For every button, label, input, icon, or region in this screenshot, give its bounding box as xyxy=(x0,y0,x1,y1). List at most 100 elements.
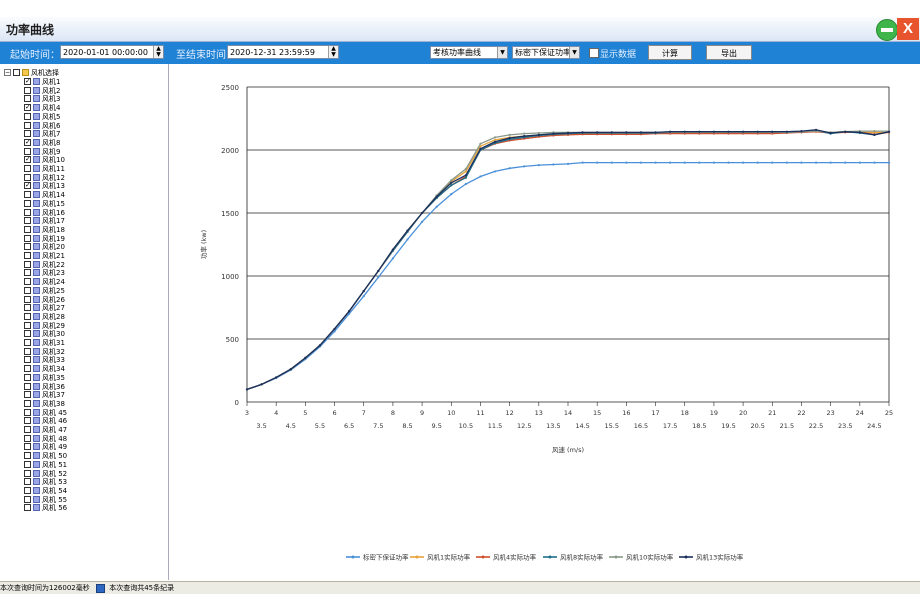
tree-item[interactable]: 风机4 xyxy=(24,104,60,113)
calculate-button[interactable]: 计算 xyxy=(648,45,692,60)
chevron-down-icon[interactable]: ▼ xyxy=(497,47,507,58)
tree-item-checkbox[interactable] xyxy=(24,486,31,494)
tree-item-checkbox[interactable] xyxy=(24,208,31,216)
tree-item-checkbox[interactable] xyxy=(24,182,31,190)
tree-item[interactable]: 风机37 xyxy=(24,391,65,400)
tree-item-checkbox[interactable] xyxy=(24,443,31,451)
tree-item[interactable]: 风机11 xyxy=(24,165,65,174)
tree-item-checkbox[interactable] xyxy=(24,165,31,172)
tree-item-checkbox[interactable] xyxy=(24,426,31,433)
tree-item-checkbox[interactable] xyxy=(24,321,31,329)
tree-item-checkbox[interactable] xyxy=(24,173,31,181)
tree-item[interactable]: 风机24 xyxy=(24,278,65,287)
tree-item-checkbox[interactable] xyxy=(24,304,31,312)
tree-item-checkbox[interactable] xyxy=(24,382,31,390)
tree-item-checkbox[interactable] xyxy=(24,121,31,129)
collapse-icon[interactable]: − xyxy=(4,69,11,76)
tree-item-checkbox[interactable] xyxy=(24,78,31,85)
curve-type-select[interactable]: 考核功率曲线 ▼ xyxy=(430,46,508,59)
tree-item[interactable]: 风机 51 xyxy=(24,460,67,470)
tree-item-checkbox[interactable] xyxy=(24,138,31,146)
tree-item-checkbox[interactable] xyxy=(24,339,31,346)
tree-item-checkbox[interactable] xyxy=(24,478,31,486)
tree-item[interactable]: 风机34 xyxy=(24,365,65,374)
turbine-icon xyxy=(33,278,40,286)
spinner-icon[interactable]: ▲ ▼ xyxy=(328,46,338,58)
data-point xyxy=(450,193,453,196)
tree-item-checkbox[interactable] xyxy=(24,95,31,103)
tree-item[interactable]: 风机17 xyxy=(24,217,65,226)
tree-item-checkbox[interactable] xyxy=(24,86,31,94)
minimize-icon[interactable] xyxy=(876,19,898,41)
tree-item[interactable]: 风机 47 xyxy=(24,426,67,435)
tree-item-checkbox[interactable] xyxy=(24,347,31,355)
tree-item-checkbox[interactable] xyxy=(24,469,31,477)
tree-item[interactable]: 风机27 xyxy=(24,304,65,313)
tree-item[interactable]: 风机15 xyxy=(24,199,65,209)
x-tick-label-minor: 11.5 xyxy=(488,422,502,430)
tree-item-checkbox[interactable] xyxy=(24,234,31,242)
tree-item-checkbox[interactable] xyxy=(24,295,31,303)
tree-item-checkbox[interactable] xyxy=(24,391,31,399)
export-button[interactable]: 导出 xyxy=(706,45,752,60)
tree-item-checkbox[interactable] xyxy=(24,417,31,425)
close-button[interactable]: X xyxy=(897,18,919,40)
tree-item-checkbox[interactable] xyxy=(24,252,31,259)
tree-item-checkbox[interactable] xyxy=(24,399,31,407)
chevron-down-icon[interactable]: ▼ xyxy=(569,47,579,58)
tree-item[interactable]: 风机8 xyxy=(24,138,60,148)
tree-item[interactable]: 风机31 xyxy=(24,339,65,348)
tree-root[interactable]: − 风机选择 xyxy=(4,69,59,78)
tree-item-checkbox[interactable] xyxy=(24,191,31,199)
tree-item-checkbox[interactable] xyxy=(24,130,31,138)
tree-item-checkbox[interactable] xyxy=(24,330,31,338)
tree-item-checkbox[interactable] xyxy=(24,104,31,112)
tree-item-checkbox[interactable] xyxy=(24,225,31,233)
tree-item[interactable]: 风机25 xyxy=(24,286,65,296)
turbine-icon xyxy=(33,104,40,112)
tree-item[interactable]: 风机28 xyxy=(24,312,65,322)
end-time-input[interactable]: 2020-12-31 23:59:59 ▲ ▼ xyxy=(227,45,339,59)
tree-item-checkbox[interactable] xyxy=(24,312,31,320)
tree-root-checkbox[interactable] xyxy=(13,69,20,76)
tree-item-checkbox[interactable] xyxy=(24,199,31,207)
tree-item[interactable]: 风机 46 xyxy=(24,417,67,426)
tree-item-checkbox[interactable] xyxy=(24,408,31,416)
tree-item[interactable]: 风机5 xyxy=(24,112,60,122)
tree-item[interactable]: 风机18 xyxy=(24,225,65,235)
tree-item[interactable]: 风机 53 xyxy=(24,478,67,487)
tree-item-checkbox[interactable] xyxy=(24,434,31,442)
tree-item[interactable]: 风机35 xyxy=(24,373,65,383)
tree-item[interactable]: 风机14 xyxy=(24,191,65,200)
show-data-checkbox[interactable] xyxy=(589,48,599,58)
tree-item-checkbox[interactable] xyxy=(24,243,31,251)
tree-item-checkbox[interactable] xyxy=(24,217,31,225)
tree-item-checkbox[interactable] xyxy=(24,373,31,381)
tree-item[interactable]: 风机 50 xyxy=(24,452,67,461)
tree-item[interactable]: 风机30 xyxy=(24,330,65,339)
tree-item-checkbox[interactable] xyxy=(24,260,31,268)
tree-item-checkbox[interactable] xyxy=(24,504,31,512)
tree-item-checkbox[interactable] xyxy=(24,286,31,294)
tree-item[interactable]: 风机38 xyxy=(24,399,65,409)
tree-item-checkbox[interactable] xyxy=(24,156,31,164)
tree-item-checkbox[interactable] xyxy=(24,452,31,460)
tree-item[interactable]: 风机 56 xyxy=(24,504,67,513)
tree-item-checkbox[interactable] xyxy=(24,278,31,286)
start-time-input[interactable]: 2020-01-01 00:00:00 ▲ ▼ xyxy=(60,45,164,59)
tree-item-checkbox[interactable] xyxy=(24,460,31,468)
tree-item-checkbox[interactable] xyxy=(24,495,31,503)
tree-item[interactable]: 风机10 xyxy=(24,156,65,165)
tree-item[interactable]: 风机 54 xyxy=(24,486,67,496)
tree-item-checkbox[interactable] xyxy=(24,112,31,120)
tree-item[interactable]: 风机20 xyxy=(24,243,65,252)
spinner-icon[interactable]: ▲ ▼ xyxy=(153,46,163,58)
tree-item-checkbox[interactable] xyxy=(24,365,31,373)
density-select[interactable]: 标密下保证功率 ▼ xyxy=(512,46,580,59)
tree-item[interactable]: 风机1 xyxy=(24,78,60,87)
tree-item-checkbox[interactable] xyxy=(24,356,31,364)
tree-item[interactable]: 风机21 xyxy=(24,252,65,261)
data-point xyxy=(829,131,832,135)
tree-item-checkbox[interactable] xyxy=(24,147,31,155)
tree-item-checkbox[interactable] xyxy=(24,269,31,277)
